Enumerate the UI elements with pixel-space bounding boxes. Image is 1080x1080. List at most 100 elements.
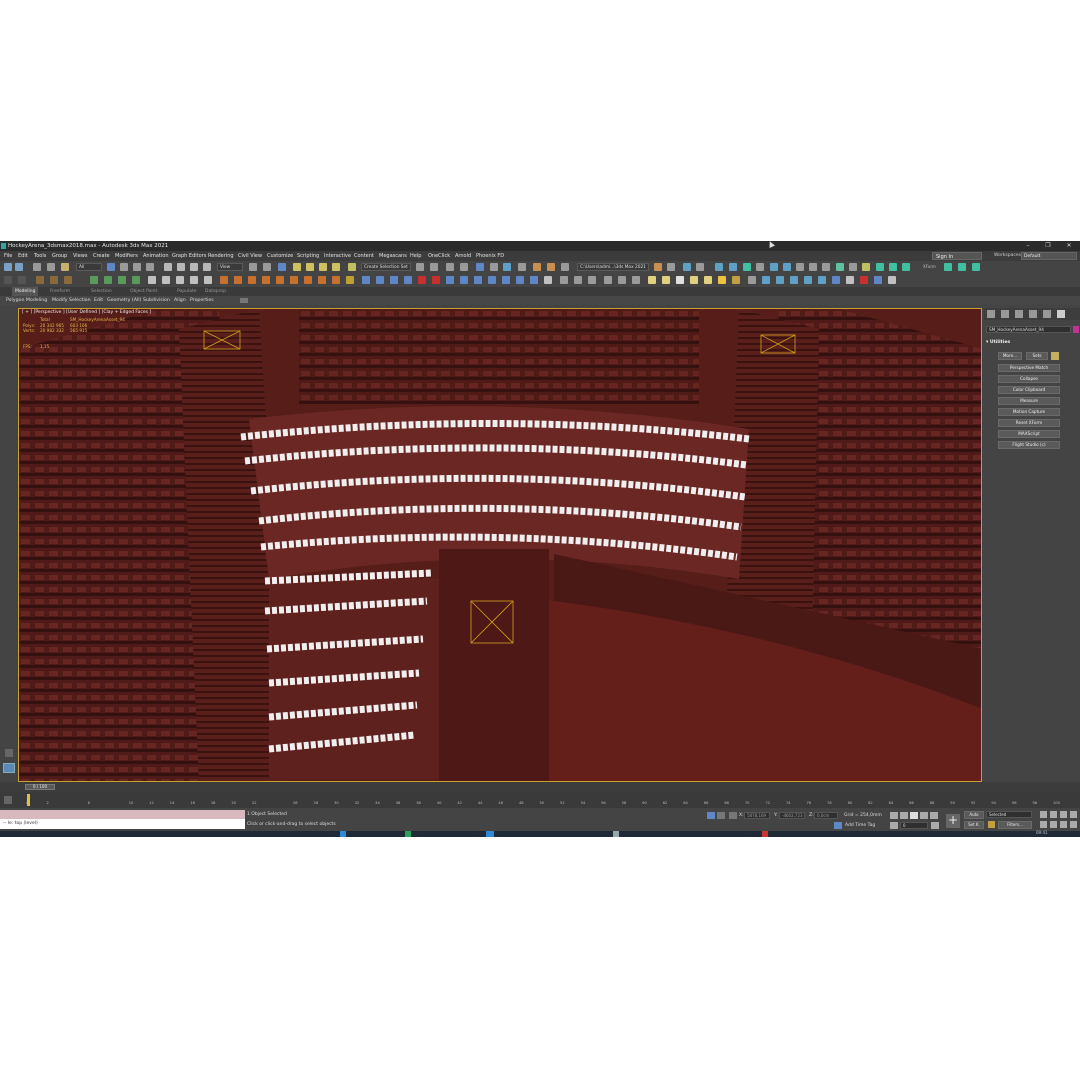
field-of-view-icon[interactable] [1040, 821, 1047, 828]
time-slider-handle[interactable]: 0 / 100 [25, 784, 55, 790]
more-button[interactable]: More... [998, 352, 1022, 360]
scatter-icon[interactable] [248, 276, 256, 284]
xform-reset-icon[interactable] [972, 263, 980, 271]
menu-graph-editors[interactable]: Graph Editors [172, 251, 206, 261]
scatter-icon[interactable] [276, 276, 284, 284]
sets-button[interactable]: Sets [1026, 352, 1048, 360]
motion-tab-icon[interactable] [1029, 310, 1037, 318]
ribbon-collapse-icon[interactable] [240, 298, 248, 303]
tool-icon[interactable] [588, 276, 596, 284]
menu-content[interactable]: Content [354, 251, 374, 261]
populate-icon[interactable] [118, 276, 126, 284]
set-key-plus-icon[interactable]: + [946, 814, 960, 828]
viewport-label[interactable]: [ + ] [Perspective ] [User Defined ] [Cl… [22, 310, 151, 315]
place-icon[interactable] [203, 263, 211, 271]
tool-icon[interactable] [804, 276, 812, 284]
move-icon[interactable] [164, 263, 172, 271]
project-folder-dropdown[interactable]: C:\Users\admi...\3ds Max 2021 [577, 263, 649, 271]
render-iterative-icon[interactable] [561, 263, 569, 271]
sign-in-dropdown[interactable]: Sign In [932, 252, 982, 260]
key-filters-button[interactable]: Filters... [998, 821, 1032, 829]
taskbar-app-icon[interactable] [405, 831, 411, 837]
scatter-icon[interactable] [220, 276, 228, 284]
snaps-toggle-icon[interactable] [293, 263, 301, 271]
auto-key-button[interactable]: Auto [964, 811, 984, 819]
rectangular-selection-icon[interactable] [133, 263, 141, 271]
panel-edit[interactable]: Edit [94, 296, 103, 305]
help-icon[interactable] [544, 276, 552, 284]
tab-modeling[interactable]: Modeling [12, 287, 39, 296]
light-icon[interactable] [690, 276, 698, 284]
arnold-render-icon[interactable] [715, 263, 723, 271]
configure-sets-icon[interactable] [1051, 352, 1059, 360]
light-icon[interactable] [732, 276, 740, 284]
phoenix-cache-icon[interactable] [902, 263, 910, 271]
tab-object-paint[interactable]: Object Paint [130, 287, 157, 296]
menu-animation[interactable]: Animation [143, 251, 169, 261]
phoenix-foam-icon[interactable] [822, 263, 830, 271]
phoenix-source-icon[interactable] [796, 263, 804, 271]
tool-icon[interactable] [860, 276, 868, 284]
help-icon[interactable] [888, 276, 896, 284]
curve-editor-icon[interactable] [476, 263, 484, 271]
tool-icon[interactable] [818, 276, 826, 284]
menu-civil-view[interactable]: Civil View [238, 251, 262, 261]
pan-view-icon[interactable] [1050, 821, 1057, 828]
plugin-icon[interactable] [488, 276, 496, 284]
plugin-icon[interactable] [516, 276, 524, 284]
go-to-start-icon[interactable] [890, 812, 898, 819]
absolute-mode-icon[interactable] [729, 812, 737, 819]
tool-icon[interactable] [832, 276, 840, 284]
tool-icon[interactable] [776, 276, 784, 284]
tab-dataprop[interactable]: Dataprop [205, 287, 226, 296]
zoom-extents-all-icon[interactable] [1070, 811, 1077, 818]
schematic-view-icon[interactable] [490, 263, 498, 271]
plugin-icon[interactable] [418, 276, 426, 284]
orbit-icon[interactable] [1060, 821, 1067, 828]
plugin-icon[interactable] [460, 276, 468, 284]
sun-icon[interactable] [718, 276, 726, 284]
utilities-tab-icon[interactable] [1057, 310, 1065, 318]
menu-views[interactable]: Views [73, 251, 87, 261]
edit-named-selection-icon[interactable] [348, 263, 356, 271]
pivot-center-icon[interactable] [249, 263, 257, 271]
menu-rendering[interactable]: Rendering [208, 251, 234, 261]
light-icon[interactable] [662, 276, 670, 284]
populate-icon[interactable] [90, 276, 98, 284]
light-icon[interactable] [704, 276, 712, 284]
time-slider-track[interactable] [0, 782, 1080, 792]
select-manipulate-icon[interactable] [263, 263, 271, 271]
material-editor-icon[interactable] [503, 263, 511, 271]
menu-modifiers[interactable]: Modifiers [115, 251, 138, 261]
percent-snap-icon[interactable] [319, 263, 327, 271]
isolate-selection-icon[interactable] [707, 812, 715, 819]
layout-expand-icon[interactable] [5, 749, 13, 757]
panel-properties[interactable]: Properties [190, 296, 214, 305]
flight-studio-button[interactable]: Flight Studio (c) [998, 441, 1060, 449]
plugin-icon[interactable] [474, 276, 482, 284]
selection-lock-icon[interactable] [717, 812, 725, 819]
taskbar-app-icon[interactable] [762, 831, 768, 837]
display-tab-icon[interactable] [1043, 310, 1051, 318]
render-setup-icon[interactable] [518, 263, 526, 271]
scatter-icon[interactable] [318, 276, 326, 284]
track-bar[interactable]: 0 2 6 10 12 14 16 18 20 22 26 28 30 32 34 36 38 40 42 44 46 4… [0, 792, 1080, 808]
play-icon[interactable] [148, 276, 156, 284]
model-tool-icon[interactable] [36, 276, 44, 284]
time-configuration-icon[interactable] [931, 822, 939, 829]
previous-frame-icon[interactable] [900, 812, 908, 819]
selection-filter-dropdown[interactable]: All [76, 263, 102, 271]
panel-align[interactable]: Align [174, 296, 186, 305]
plugin-icon[interactable] [446, 276, 454, 284]
maximize-viewport-icon[interactable] [1070, 821, 1077, 828]
menu-group[interactable]: Group [52, 251, 67, 261]
populate-icon[interactable] [104, 276, 112, 284]
plugin-icon[interactable] [432, 276, 440, 284]
select-by-name-icon[interactable] [120, 263, 128, 271]
wand-icon[interactable] [346, 276, 354, 284]
select-object-icon[interactable] [107, 263, 115, 271]
mini-curve-editor-icon[interactable] [4, 796, 12, 804]
stop-icon[interactable] [176, 276, 184, 284]
key-filters-icon[interactable] [988, 821, 995, 828]
toggle-ribbon-icon[interactable] [460, 263, 468, 271]
